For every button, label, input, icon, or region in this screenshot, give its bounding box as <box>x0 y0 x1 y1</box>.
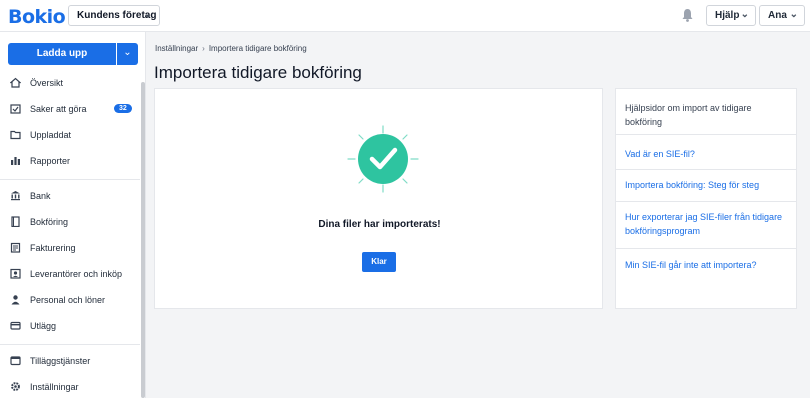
sidebar-divider <box>0 179 140 180</box>
todo-count-badge: 32 <box>114 104 132 113</box>
checklist-icon <box>10 104 21 114</box>
addon-icon <box>10 356 21 366</box>
top-bar: Bokio Kundens företag ⌄ Hjälp ⌄ Ana ⌄ <box>0 0 810 32</box>
sidebar-item-label: Leverantörer och inköp <box>30 269 123 279</box>
chevron-down-icon: ⌄ <box>123 47 132 58</box>
help-divider <box>616 248 796 249</box>
help-divider <box>616 134 796 135</box>
sidebar-item-label: Tilläggstjänster <box>30 356 91 366</box>
sidebar-item-installningar[interactable]: Inställningar <box>0 375 140 398</box>
user-menu-button[interactable]: Ana ⌄ <box>759 5 805 26</box>
breadcrumb-current: Importera tidigare bokföring <box>208 44 307 53</box>
sidebar-divider <box>0 344 140 345</box>
sidebar-item-fakturering[interactable]: Fakturering <box>0 236 140 262</box>
sidebar-item-label: Uppladdat <box>30 130 72 140</box>
sidebar-item-oversikt[interactable]: Översikt <box>0 71 140 97</box>
supplier-icon <box>10 268 21 279</box>
upload-button[interactable]: Ladda upp <box>8 43 116 65</box>
user-menu-label: Ana <box>768 10 787 21</box>
gear-icon <box>11 382 20 391</box>
sidebar-item-saker-att-gora[interactable]: Saker att göra 32 <box>0 97 140 123</box>
help-divider <box>616 169 796 170</box>
bell-icon[interactable] <box>681 8 694 22</box>
sidebar-item-label: Personal och löner <box>30 295 106 305</box>
breadcrumb-parent-link[interactable]: Inställningar <box>155 44 198 53</box>
person-icon <box>11 295 20 305</box>
help-link-import-steps[interactable]: Importera bokföring: Steg för steg <box>625 178 790 192</box>
bokio-logo[interactable]: Bokio <box>8 6 66 28</box>
sidebar-item-bokforing[interactable]: Bokföring <box>0 210 140 236</box>
breadcrumb-separator: › <box>202 44 205 53</box>
folder-icon <box>10 130 21 140</box>
sidebar-item-label: Saker att göra <box>30 104 87 114</box>
sidebar-item-bank[interactable]: Bank <box>0 184 140 210</box>
sidebar-item-label: Bank <box>30 191 51 201</box>
card-icon <box>10 321 21 330</box>
chevron-down-icon: ⌄ <box>789 9 798 20</box>
help-link-export-sie[interactable]: Hur exporterar jag SIE-filer från tidiga… <box>625 210 790 238</box>
page-title: Importera tidigare bokföring <box>154 63 362 82</box>
help-panel-heading: Hjälpsidor om import av tidigare bokföri… <box>625 103 752 127</box>
sidebar-item-label: Bokföring <box>30 217 69 227</box>
bar-chart-icon <box>11 157 20 165</box>
sidebar-item-uppladdat[interactable]: Uppladdat <box>0 123 140 149</box>
sidebar-item-label: Utlägg <box>30 321 57 331</box>
sidebar-item-label: Fakturering <box>30 243 76 253</box>
book-icon <box>11 216 20 227</box>
upload-options-button[interactable]: ⌄ <box>117 43 138 65</box>
help-divider <box>616 201 796 202</box>
chevron-down-icon: ⌄ <box>740 9 749 20</box>
sidebar-item-label: Översikt <box>30 78 64 88</box>
import-result-card: Dina filer har importerats! Klar <box>154 88 603 309</box>
help-button-label: Hjälp <box>715 10 740 21</box>
sidebar-item-label: Inställningar <box>30 382 79 392</box>
sidebar-item-utlagg[interactable]: Utlägg <box>0 314 140 340</box>
help-panel: Hjälpsidor om import av tidigare bokföri… <box>615 88 797 309</box>
sidebar-item-rapporter[interactable]: Rapporter <box>0 149 140 175</box>
chevron-down-icon: ⌄ <box>143 9 152 20</box>
help-link-sie-import-fail[interactable]: Min SIE-fil går inte att importera? <box>625 258 790 272</box>
help-link-sie-file[interactable]: Vad är en SIE-fil? <box>625 147 790 161</box>
sidebar-item-leverantorer[interactable]: Leverantörer och inköp <box>0 262 140 288</box>
success-check-icon <box>347 125 419 193</box>
home-icon <box>10 77 21 88</box>
sidebar-item-personal[interactable]: Personal och löner <box>0 288 140 314</box>
breadcrumb: Inställningar › Importera tidigare bokföri… <box>155 44 307 53</box>
sidebar-scrollbar[interactable] <box>141 82 145 398</box>
sidebar-item-tillaggstjanster[interactable]: Tilläggstjänster <box>0 349 140 375</box>
import-success-message: Dina filer har importerats! <box>318 219 441 230</box>
done-button[interactable]: Klar <box>362 252 396 272</box>
help-button[interactable]: Hjälp ⌄ <box>706 5 756 26</box>
invoice-icon <box>10 242 21 253</box>
sidebar-item-label: Rapporter <box>30 156 71 166</box>
company-select[interactable]: Kundens företag ⌄ <box>68 5 160 26</box>
sidebar: Ladda upp ⌄ Översikt Saker att göra 32 U… <box>0 32 146 398</box>
bank-icon <box>11 191 20 201</box>
